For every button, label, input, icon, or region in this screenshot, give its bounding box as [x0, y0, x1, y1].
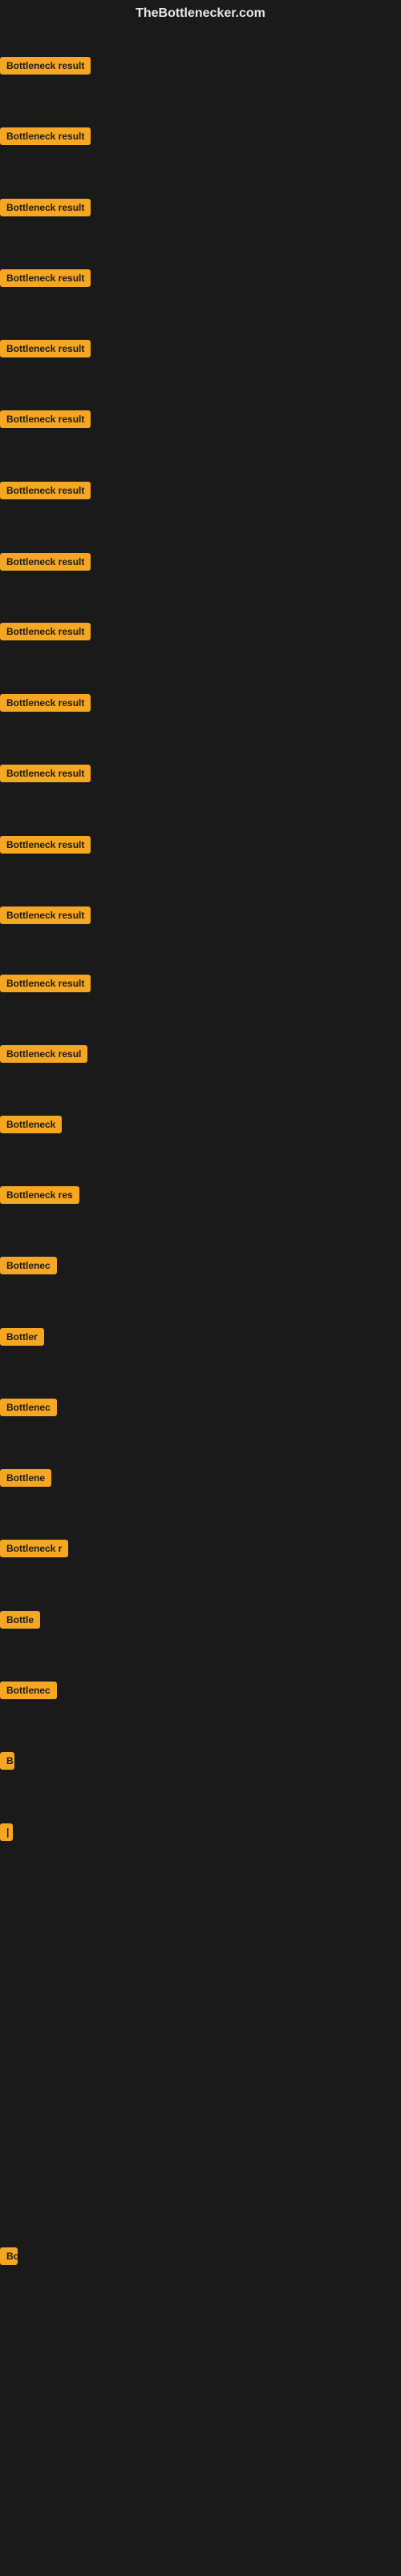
bottleneck-badge: Bottlenec	[0, 1257, 57, 1274]
bottleneck-result-item[interactable]: Bottleneck result	[0, 623, 91, 644]
bottleneck-result-item[interactable]: Bottleneck	[0, 1116, 62, 1137]
bottleneck-result-item[interactable]: Bottleneck result	[0, 127, 91, 149]
bottleneck-badge: Bottleneck result	[0, 269, 91, 287]
bottleneck-badge: Bottlenec	[0, 1399, 57, 1416]
bottleneck-badge: Bottleneck	[0, 1116, 62, 1133]
bottleneck-result-item[interactable]: B	[0, 1752, 14, 1774]
bottleneck-badge: Bottleneck result	[0, 199, 91, 216]
bottleneck-badge: Bottleneck r	[0, 1540, 68, 1557]
bottleneck-result-item[interactable]: Bottleneck result	[0, 269, 91, 291]
bottleneck-result-item[interactable]: Bottleneck result	[0, 694, 91, 716]
bottleneck-result-item[interactable]: Bottleneck result	[0, 975, 91, 996]
bottleneck-badge: Bottlenec	[0, 1682, 57, 1699]
bottleneck-badge: Bottleneck result	[0, 340, 91, 357]
bottleneck-badge: Bottleneck result	[0, 553, 91, 571]
bottleneck-badge: Bottle	[0, 1611, 40, 1629]
bottleneck-result-item[interactable]: Bottler	[0, 1328, 44, 1350]
site-title: TheBottlenecker.com	[0, 0, 401, 27]
bottleneck-result-item[interactable]: Bottle	[0, 1611, 40, 1633]
bottleneck-result-item[interactable]: Bottlenec	[0, 1682, 57, 1703]
bottleneck-result-item[interactable]: Bottleneck result	[0, 57, 91, 79]
bottleneck-badge: Bottleneck result	[0, 623, 91, 640]
bottleneck-badge: Bottleneck result	[0, 906, 91, 924]
bottleneck-badge: Bo	[0, 2247, 18, 2265]
bottleneck-badge: Bottleneck res	[0, 1186, 79, 1204]
bottleneck-badge: Bottleneck result	[0, 410, 91, 428]
bottleneck-badge: Bottleneck resul	[0, 1045, 87, 1063]
bottleneck-result-item[interactable]: Bottlene	[0, 1469, 51, 1491]
bottleneck-result-item[interactable]: Bottleneck r	[0, 1540, 68, 1561]
bottleneck-result-item[interactable]: Bottlenec	[0, 1399, 57, 1420]
bottleneck-result-item[interactable]: Bottleneck result	[0, 199, 91, 220]
bottleneck-result-item[interactable]: Bottleneck result	[0, 340, 91, 361]
bottleneck-result-item[interactable]: Bottleneck result	[0, 410, 91, 432]
bottleneck-badge: Bottleneck result	[0, 482, 91, 499]
bottleneck-badge: Bottleneck result	[0, 57, 91, 75]
bottleneck-badge: B	[0, 1752, 14, 1770]
bottleneck-badge: |	[0, 1823, 13, 1841]
bottleneck-result-item[interactable]: Bottleneck result	[0, 906, 91, 928]
bottleneck-result-item[interactable]: Bottleneck result	[0, 553, 91, 575]
bottleneck-result-item[interactable]: Bo	[0, 2247, 18, 2269]
bottleneck-badge: Bottleneck result	[0, 694, 91, 712]
bottleneck-badge: Bottlene	[0, 1469, 51, 1487]
bottleneck-badge: Bottler	[0, 1328, 44, 1346]
bottleneck-badge: Bottleneck result	[0, 836, 91, 854]
bottleneck-result-item[interactable]: Bottleneck result	[0, 836, 91, 858]
bottleneck-badge: Bottleneck result	[0, 975, 91, 992]
bottleneck-badge: Bottleneck result	[0, 765, 91, 782]
bottleneck-result-item[interactable]: Bottlenec	[0, 1257, 57, 1278]
bottleneck-result-item[interactable]: Bottleneck resul	[0, 1045, 87, 1067]
bottleneck-result-item[interactable]: Bottleneck result	[0, 765, 91, 786]
bottleneck-result-item[interactable]: |	[0, 1823, 13, 1845]
bottleneck-result-item[interactable]: Bottleneck result	[0, 482, 91, 503]
bottleneck-result-item[interactable]: Bottleneck res	[0, 1186, 79, 1208]
bottleneck-badge: Bottleneck result	[0, 127, 91, 145]
